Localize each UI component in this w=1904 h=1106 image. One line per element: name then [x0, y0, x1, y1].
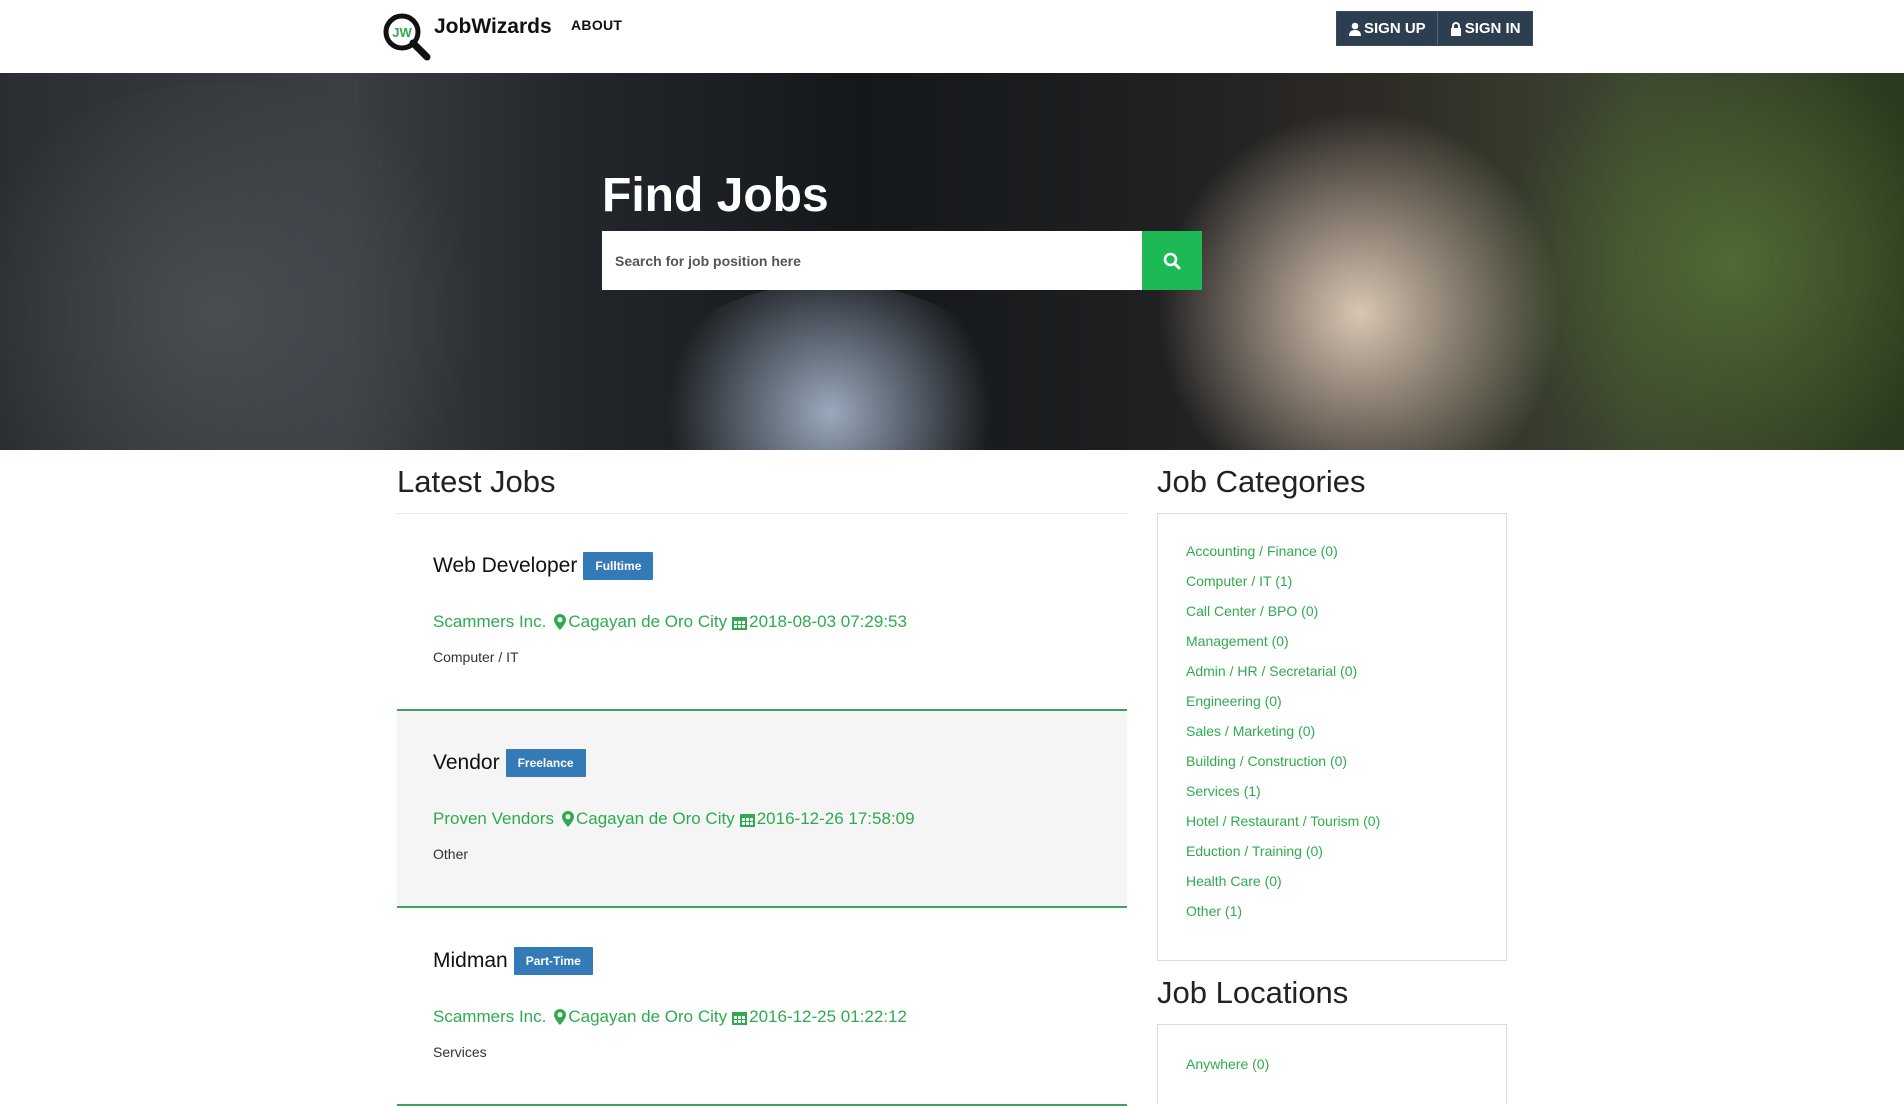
brand[interactable]: JW JobWizards — [382, 12, 552, 62]
sign-in-button[interactable]: SIGN IN — [1436, 12, 1532, 45]
job-search-input[interactable] — [602, 231, 1142, 290]
job-locations-panel: Anywhere (0) — [1157, 1024, 1507, 1104]
search-icon — [1163, 252, 1181, 269]
hero-background-image — [0, 83, 500, 450]
category-link[interactable]: Management (0) — [1186, 633, 1380, 663]
job-categories-panel: Accounting / Finance (0) Computer / IT (… — [1157, 513, 1507, 961]
hero-banner: Find Jobs — [0, 73, 1904, 450]
job-posted-date: 2018-08-03 07:29:53 — [749, 612, 907, 631]
job-title[interactable]: Midman — [433, 949, 508, 973]
location-link[interactable]: Anywhere (0) — [1186, 1056, 1269, 1072]
latest-jobs-heading: Latest Jobs — [397, 464, 556, 499]
job-type-badge: Part-Time — [513, 947, 593, 975]
search-button[interactable] — [1142, 231, 1202, 290]
map-marker-icon — [554, 1009, 567, 1025]
svg-text:JW: JW — [392, 25, 412, 40]
job-title[interactable]: Vendor — [433, 751, 500, 775]
job-categories-heading: Job Categories — [1157, 464, 1366, 499]
job-category: Services — [433, 1044, 487, 1060]
hero-background-shape — [640, 283, 1020, 450]
category-link[interactable]: Engineering (0) — [1186, 693, 1380, 723]
user-icon — [1349, 22, 1361, 36]
calendar-icon — [732, 616, 748, 630]
job-listing[interactable]: Web Developer Fulltime Scammers Inc. Caga… — [397, 514, 1127, 711]
sign-up-label: SIGN UP — [1364, 20, 1426, 37]
job-posted-date: 2016-12-25 01:22:12 — [749, 1007, 907, 1026]
category-link[interactable]: Other (1) — [1186, 903, 1380, 933]
top-navbar: JW JobWizards ABOUT SIGN UP SIGN IN — [0, 0, 1904, 73]
job-posted-date: 2016-12-26 17:58:09 — [756, 809, 915, 828]
company-name: Scammers Inc. — [433, 612, 547, 631]
job-listing[interactable]: Vendor Freelance Proven Vendors Cagayan d… — [397, 711, 1127, 908]
sign-up-button[interactable]: SIGN UP — [1337, 12, 1437, 45]
job-category: Other — [433, 846, 469, 862]
category-link[interactable]: Services (1) — [1186, 783, 1380, 813]
company-name: Proven Vendors — [433, 809, 554, 828]
hero-background-shape — [1500, 73, 1904, 450]
job-search-bar — [602, 231, 1202, 290]
map-marker-icon — [561, 811, 574, 827]
hero-title: Find Jobs — [602, 169, 829, 222]
category-link[interactable]: Eduction / Training (0) — [1186, 843, 1380, 873]
job-title[interactable]: Web Developer — [433, 554, 577, 578]
category-link[interactable]: Computer / IT (1) — [1186, 573, 1380, 603]
calendar-icon — [732, 1011, 748, 1025]
category-link[interactable]: Admin / HR / Secretarial (0) — [1186, 663, 1380, 693]
category-link[interactable]: Call Center / BPO (0) — [1186, 603, 1380, 633]
calendar-icon — [739, 813, 755, 827]
category-link[interactable]: Accounting / Finance (0) — [1186, 543, 1380, 573]
category-link[interactable]: Hotel / Restaurant / Tourism (0) — [1186, 813, 1380, 843]
magnifier-logo-icon: JW — [382, 12, 432, 62]
company-name: Scammers Inc. — [433, 1007, 547, 1026]
job-location: Cagayan de Oro City — [575, 809, 735, 828]
job-category: Computer / IT — [433, 649, 519, 665]
job-type-badge: Fulltime — [583, 552, 654, 580]
nav-about-link[interactable]: ABOUT — [571, 17, 622, 33]
map-marker-icon — [554, 614, 567, 630]
sign-in-label: SIGN IN — [1464, 20, 1521, 37]
job-locations-heading: Job Locations — [1157, 975, 1349, 1010]
category-link[interactable]: Sales / Marketing (0) — [1186, 723, 1380, 753]
category-link[interactable]: Building / Construction (0) — [1186, 753, 1380, 783]
category-link[interactable]: Health Care (0) — [1186, 873, 1380, 903]
lock-icon — [1450, 21, 1461, 36]
brand-name: JobWizards — [434, 15, 552, 38]
job-listing[interactable]: Midman Part-Time Scammers Inc. Cagayan de… — [397, 909, 1127, 1106]
job-location: Cagayan de Oro City — [568, 612, 728, 631]
job-location: Cagayan de Oro City — [568, 1007, 728, 1026]
job-type-badge: Freelance — [505, 749, 586, 777]
auth-button-group: SIGN UP SIGN IN — [1336, 11, 1533, 46]
